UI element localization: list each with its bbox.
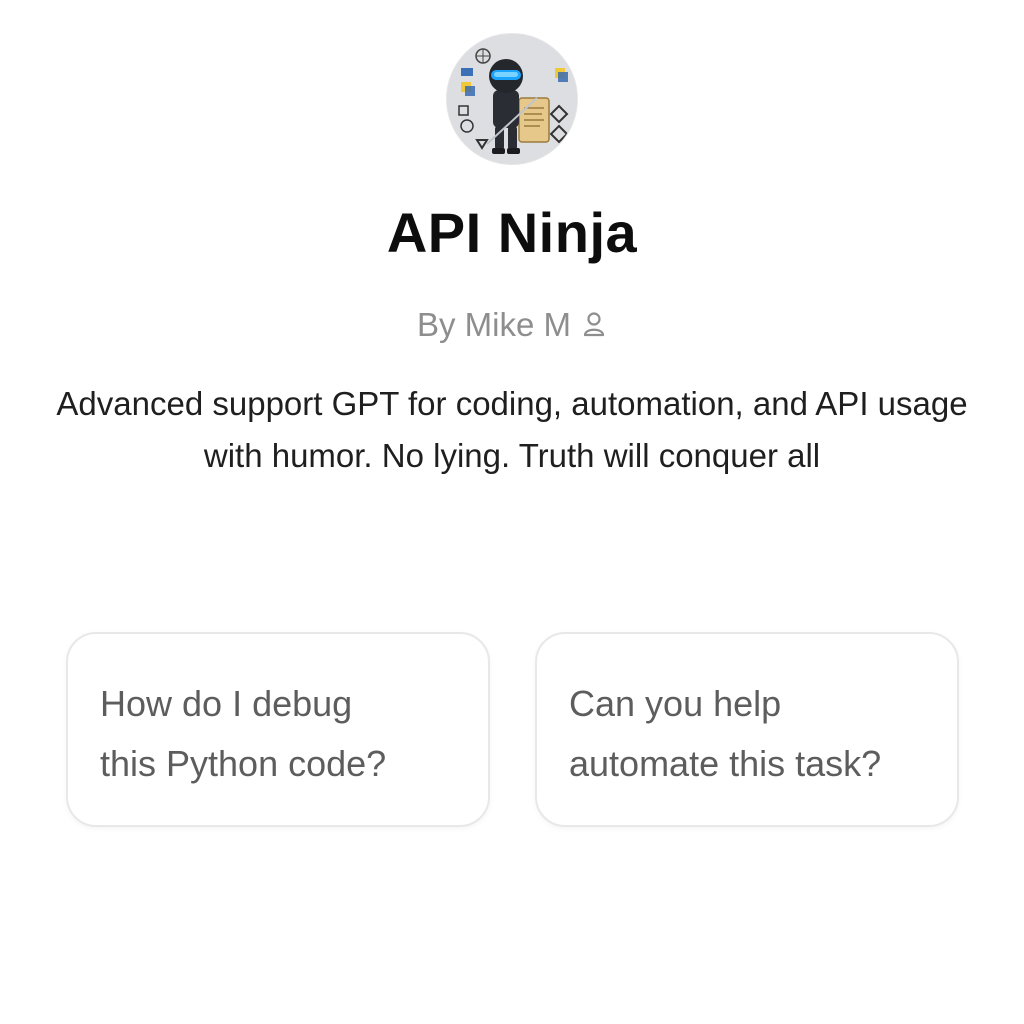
gpt-title: API Ninja [386, 201, 638, 264]
starter-line-2: automate this task? [569, 743, 882, 784]
ninja-avatar [447, 34, 577, 164]
description-line-1: Advanced support GPT for coding, automat… [56, 385, 968, 422]
gpt-landing: API Ninja By Mike M Advanced support GPT… [0, 0, 1024, 1024]
conversation-starter-debug[interactable]: How do I debug this Python code? [66, 632, 490, 827]
author-byline[interactable]: By Mike M [0, 306, 1024, 344]
conversation-starter-automate[interactable]: Can you help automate this task? [535, 632, 959, 827]
starter-line-1: Can you help [569, 683, 782, 724]
starter-line-1: How do I debug [100, 683, 353, 724]
description-line-2: with humor. No lying. Truth will conquer… [203, 437, 821, 474]
person-icon [581, 308, 607, 340]
gpt-description: Advanced support GPT for coding, automat… [0, 378, 1024, 482]
starter-line-2: this Python code? [100, 743, 387, 784]
author-name[interactable]: By Mike M [417, 306, 571, 343]
